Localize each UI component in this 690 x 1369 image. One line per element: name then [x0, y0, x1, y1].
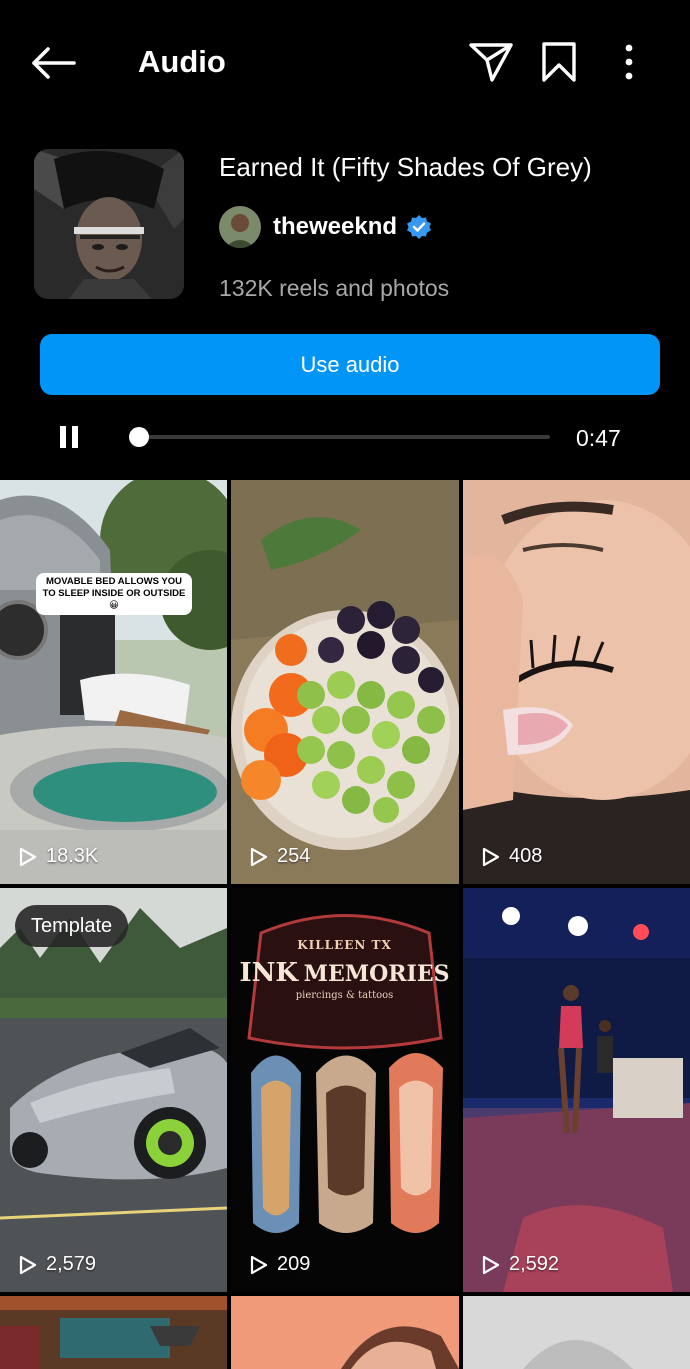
- sign-ink: INK: [239, 958, 299, 988]
- sign-location: KILLEEN TX: [297, 938, 392, 952]
- reel-image: [463, 480, 690, 884]
- pause-icon: [60, 426, 78, 448]
- page-title: Audio: [138, 44, 226, 79]
- template-badge: Template: [15, 905, 129, 947]
- save-button[interactable]: [534, 36, 584, 88]
- paper-plane-icon: [469, 43, 513, 82]
- play-count-value: 2,592: [509, 1253, 560, 1275]
- play-count-value: 408: [509, 845, 543, 867]
- reel-thumbnail[interactable]: [0, 1296, 227, 1369]
- sign-tattoos: & tattoos: [345, 990, 394, 1001]
- artist-link[interactable]: theweeknd: [219, 205, 432, 249]
- reel-thumbnail[interactable]: [231, 1296, 459, 1369]
- reel-thumbnail[interactable]: 2,592: [463, 888, 690, 1292]
- play-icon: [250, 847, 268, 866]
- sign-piercings: piercings: [295, 990, 343, 1001]
- reel-caption: MOVABLE BED ALLOWS YOU TO SLEEP INSIDE O…: [36, 573, 192, 615]
- tattoo-shop-sign: KILLEEN TX INK MEMORIES piercings & tatt…: [231, 938, 458, 1001]
- vertical-dots-icon: [625, 44, 633, 80]
- time-remaining: 0:47: [576, 425, 621, 451]
- reel-thumbnail[interactable]: 254: [231, 480, 459, 884]
- reel-image: [0, 480, 227, 884]
- reel-image: [231, 1296, 459, 1369]
- progress-thumb[interactable]: [129, 427, 149, 447]
- reel-image: [463, 1296, 690, 1369]
- play-count: 18.3K: [18, 845, 98, 868]
- bookmark-icon: [542, 42, 576, 82]
- play-icon: [482, 1255, 500, 1274]
- artist-name: theweeknd: [273, 213, 398, 240]
- use-audio-button[interactable]: Use audio: [40, 334, 660, 395]
- top-app-bar: Audio: [0, 0, 690, 125]
- reel-image: [0, 888, 227, 1292]
- pause-button[interactable]: [50, 418, 88, 456]
- album-cover: [34, 149, 184, 299]
- track-title: Earned It (Fifty Shades Of Grey): [219, 152, 592, 182]
- reel-thumbnail[interactable]: MOVABLE BED ALLOWS YOU TO SLEEP INSIDE O…: [0, 480, 227, 884]
- play-count-value: 2,579: [46, 1253, 97, 1275]
- back-button[interactable]: [28, 38, 78, 88]
- play-count: 2,579: [18, 1253, 96, 1276]
- play-count-value: 209: [277, 1253, 311, 1275]
- avatar: [219, 206, 261, 248]
- template-thumbnail[interactable]: Template 2,579: [0, 888, 227, 1292]
- reel-image: [0, 1296, 227, 1369]
- play-icon: [250, 1255, 268, 1274]
- verified-badge-icon: [406, 214, 432, 240]
- play-count: 254: [249, 845, 310, 868]
- reel-thumbnail[interactable]: [463, 1296, 690, 1369]
- reels-count: 132K reels and photos: [219, 275, 450, 301]
- reel-thumbnail[interactable]: KILLEEN TX INK MEMORIES piercings & tatt…: [231, 888, 459, 1292]
- play-count-value: 18.3K: [46, 845, 99, 867]
- reel-thumbnail[interactable]: 408: [463, 480, 690, 884]
- sign-memories: MEMORIES: [303, 961, 450, 987]
- play-icon: [482, 847, 500, 866]
- arrow-left-icon: [32, 47, 76, 79]
- play-count: 408: [481, 845, 542, 868]
- play-count: 2,592: [481, 1253, 559, 1276]
- play-icon: [19, 1255, 37, 1274]
- audio-progress-bar[interactable]: [129, 427, 550, 447]
- more-options-button[interactable]: [604, 36, 654, 88]
- share-button[interactable]: [466, 36, 516, 88]
- reel-image: [463, 888, 690, 1292]
- reel-image: [231, 480, 459, 884]
- play-count-value: 254: [277, 845, 311, 867]
- play-count: 209: [249, 1253, 310, 1276]
- play-icon: [19, 847, 37, 866]
